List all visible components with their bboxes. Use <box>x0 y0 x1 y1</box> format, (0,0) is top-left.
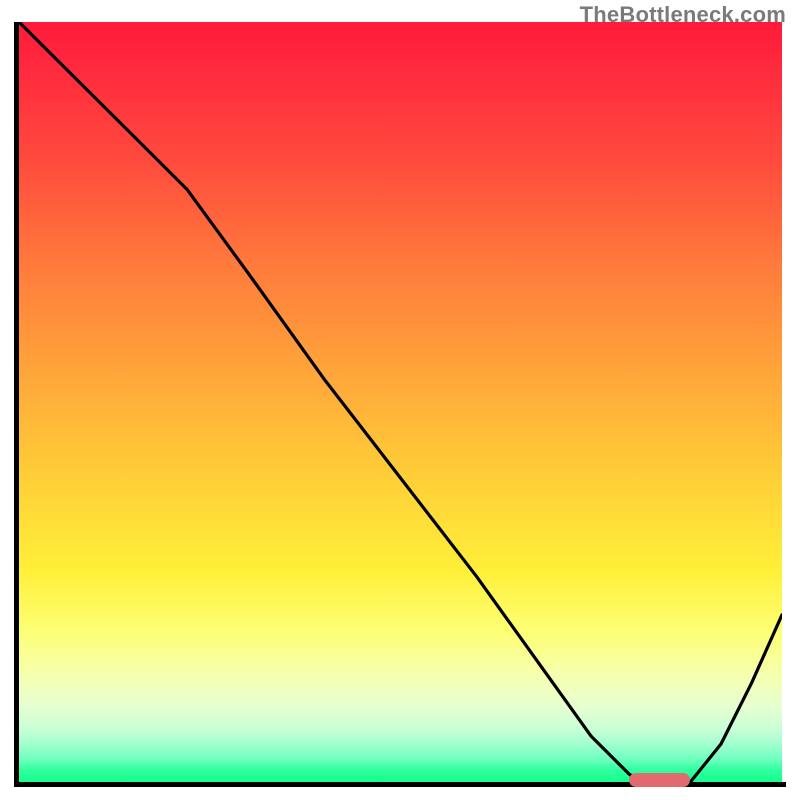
bottleneck-curve <box>19 22 782 782</box>
bottleneck-marker <box>629 773 690 787</box>
curve-layer <box>19 22 782 782</box>
chart-stage: TheBottleneck.com <box>0 0 800 800</box>
plot-area <box>19 22 782 782</box>
